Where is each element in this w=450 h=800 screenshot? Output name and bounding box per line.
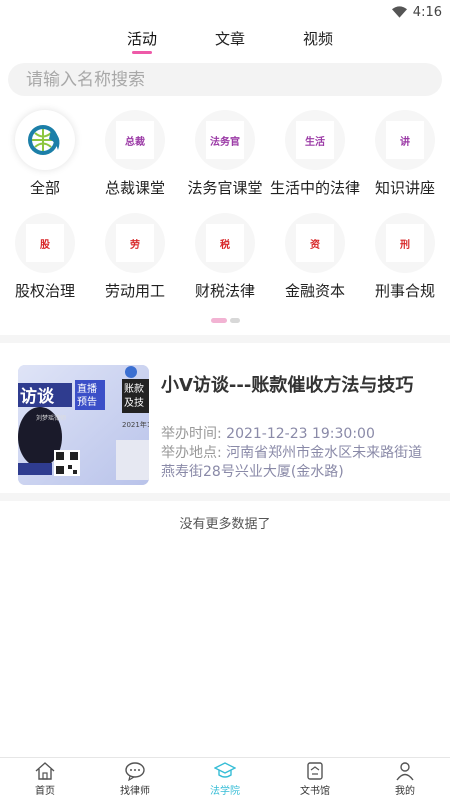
bottom-nav: 首页 找律师 法学院 文书馆 我的 <box>0 757 450 800</box>
activity-info: 小V访谈---账款催收方法与技巧 举办时间: 2021-12-23 19:30:… <box>161 365 432 480</box>
nav-find-lawyer[interactable]: 找律师 <box>90 758 180 800</box>
home-icon <box>35 762 55 780</box>
category-labor[interactable]: 劳 劳动用工 <box>90 213 180 316</box>
tab-activities[interactable]: 活动 <box>127 28 157 54</box>
category-label: 劳动用工 <box>104 282 165 300</box>
search-bar <box>0 54 450 96</box>
thumb-text-interview: 访谈 <box>20 386 55 407</box>
page-dot-active <box>210 318 227 323</box>
tax-icon: 税 <box>206 224 244 262</box>
activity-thumbnail: 访谈 直播 预告 账款 及技 2021年12 刘梦瑶律师 <box>18 365 149 485</box>
category-finance[interactable]: 资 金融资本 <box>270 213 360 316</box>
category-life-law[interactable]: 生活 生活中的法律 <box>270 110 360 213</box>
category-grid: 全部 总裁 总裁课堂 法务官 法务官课堂 生活 生活中的法律 讲 知识讲座 股 … <box>0 96 450 316</box>
activity-card[interactable]: 访谈 直播 预告 账款 及技 2021年12 刘梦瑶律师 小V访谈---账款催收… <box>0 343 450 493</box>
thumb-text-account: 账款 <box>124 382 144 395</box>
activity-time: 举办时间: 2021-12-23 19:30:00 <box>161 425 432 444</box>
status-time: 4:16 <box>412 4 442 20</box>
tab-articles[interactable]: 文章 <box>215 28 245 54</box>
life-law-icon: 生活 <box>296 121 334 159</box>
finance-icon: 资 <box>296 224 334 262</box>
thumb-text-lawyer: 刘梦瑶律师 <box>36 414 66 422</box>
nav-label: 文书馆 <box>300 786 330 797</box>
nav-label: 首页 <box>35 786 55 797</box>
category-label: 总裁课堂 <box>104 179 165 197</box>
category-criminal[interactable]: 刑 刑事合规 <box>360 213 450 316</box>
time-value: 2021-12-23 19:30:00 <box>226 426 375 442</box>
nav-profile[interactable]: 我的 <box>360 758 450 800</box>
top-tabs: 活动 文章 视频 <box>0 24 450 54</box>
lecture-icon: 讲 <box>386 121 424 159</box>
criminal-icon: 刑 <box>386 224 424 262</box>
nav-home[interactable]: 首页 <box>0 758 90 800</box>
activity-place: 举办地点: 河南省郑州市金水区未来路街道燕寿街28号兴业大厦(金水路) <box>161 444 432 482</box>
wifi-icon <box>391 6 407 18</box>
chat-icon <box>125 762 145 781</box>
place-label: 举办地点: <box>161 445 222 461</box>
user-icon <box>396 762 414 781</box>
section-divider <box>0 335 450 343</box>
page-dot <box>229 318 240 323</box>
category-label: 刑事合规 <box>374 282 435 300</box>
thumb-text-preview: 预告 <box>77 395 97 408</box>
thumb-text-date: 2021年12 <box>122 420 149 429</box>
category-legal-officer-class[interactable]: 法务官 法务官课堂 <box>180 110 270 213</box>
search-input[interactable] <box>8 63 442 96</box>
category-circle <box>15 110 75 170</box>
category-tax[interactable]: 税 财税法律 <box>180 213 270 316</box>
nav-label: 我的 <box>395 786 415 797</box>
section-divider <box>0 493 450 501</box>
category-label: 金融资本 <box>284 282 345 300</box>
time-label: 举办时间: <box>161 426 222 442</box>
tab-videos[interactable]: 视频 <box>303 28 333 54</box>
category-label: 全部 <box>29 179 60 197</box>
category-equity[interactable]: 股 股权治理 <box>0 213 90 316</box>
activity-title: 小V访谈---账款催收方法与技巧 <box>161 375 414 396</box>
graduation-cap-icon <box>214 762 236 778</box>
legal-officer-class-icon: 法务官 <box>206 121 244 159</box>
nav-label: 找律师 <box>120 786 150 797</box>
category-label: 财税法律 <box>194 282 255 300</box>
category-president-class[interactable]: 总裁 总裁课堂 <box>90 110 180 213</box>
nav-document-hall[interactable]: 文书馆 <box>270 758 360 800</box>
globe-icon <box>28 125 60 155</box>
president-class-icon: 总裁 <box>116 121 154 159</box>
labor-icon: 劳 <box>116 224 154 262</box>
equity-icon: 股 <box>26 224 64 262</box>
thumb-text-skill: 及技 <box>124 396 144 409</box>
page-indicator <box>0 318 450 323</box>
list-end-text: 没有更多数据了 <box>179 517 271 532</box>
category-lecture[interactable]: 讲 知识讲座 <box>360 110 450 213</box>
category-label: 法务官课堂 <box>187 179 263 197</box>
document-box-icon <box>307 762 323 780</box>
category-label: 知识讲座 <box>374 179 435 197</box>
category-label: 股权治理 <box>14 282 75 300</box>
thumb-text-live: 直播 <box>77 382 97 395</box>
category-all[interactable]: 全部 <box>0 110 90 213</box>
category-label: 生活中的法律 <box>270 179 361 197</box>
status-bar: 4:16 <box>0 0 450 24</box>
nav-label: 法学院 <box>210 786 240 797</box>
nav-law-school[interactable]: 法学院 <box>180 758 270 800</box>
